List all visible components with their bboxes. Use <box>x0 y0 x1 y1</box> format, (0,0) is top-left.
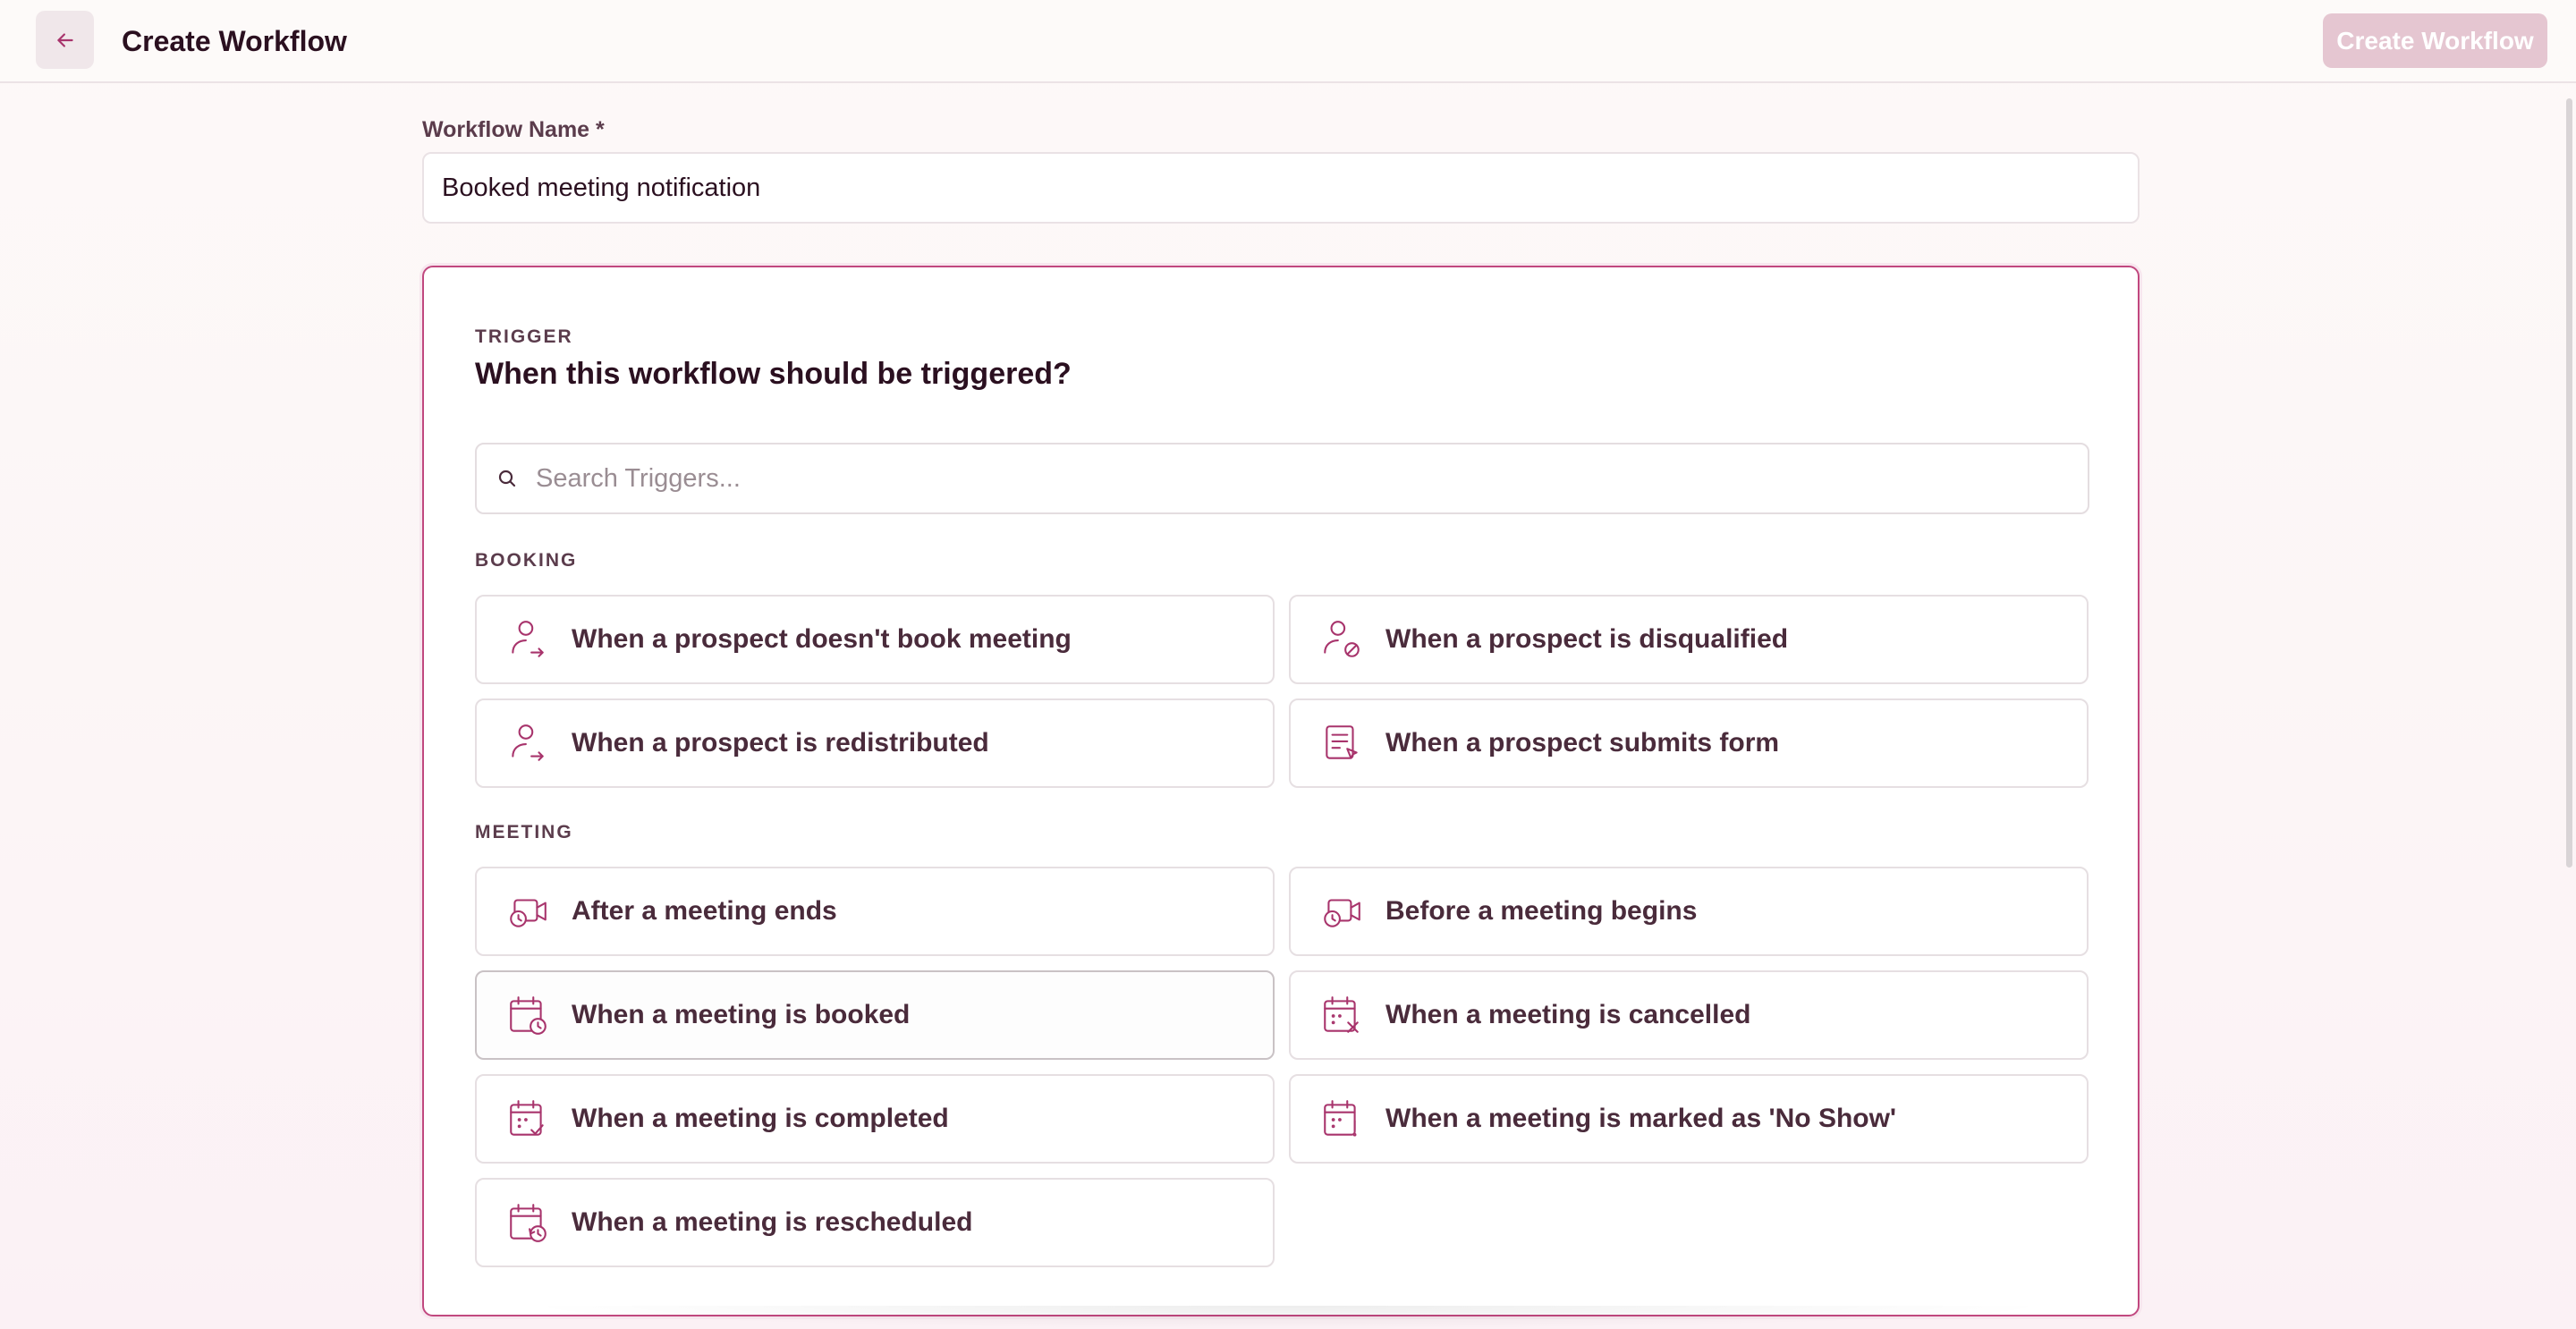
trigger-eyebrow: TRIGGER <box>475 326 573 347</box>
calendar-alert-icon <box>1324 1100 1357 1137</box>
workflow-name-label: Workflow Name * <box>422 117 605 142</box>
workflow-name-value: Booked meeting notification <box>442 173 761 202</box>
trigger-option[interactable]: When a meeting is rescheduled <box>475 1178 1275 1267</box>
trigger-option[interactable]: After a meeting ends <box>475 867 1275 956</box>
trigger-option[interactable]: When a prospect is redistributed <box>475 698 1275 788</box>
top-bar: Create Workflow Create Workflow <box>0 0 2576 83</box>
page-title: Create Workflow <box>122 25 347 57</box>
trigger-card: TRIGGER When this workflow should be tri… <box>422 266 2140 1316</box>
trigger-option-label: When a prospect is disqualified <box>1385 624 1789 654</box>
create-workflow-button[interactable]: Create Workflow <box>2323 13 2547 68</box>
trigger-option-label: When a prospect doesn't book meeting <box>572 624 1072 654</box>
back-button[interactable] <box>36 11 94 69</box>
trigger-option[interactable]: When a prospect submits form <box>1289 698 2089 788</box>
form-submit-icon <box>1326 725 1358 759</box>
calendar-x-icon <box>1324 996 1359 1033</box>
card-bottom-shadow <box>519 1306 2057 1329</box>
video-clock-icon <box>510 899 547 927</box>
user-redirect-icon <box>512 724 544 761</box>
calendar-history-icon <box>510 1204 547 1242</box>
calendar-check-icon <box>510 1100 544 1136</box>
trigger-option-label: When a prospect submits form <box>1385 728 1780 758</box>
video-clock-icon <box>1324 899 1360 927</box>
trigger-option-label: When a meeting is marked as 'No Show' <box>1385 1104 1897 1133</box>
trigger-option[interactable]: When a meeting is cancelled <box>1289 970 2089 1060</box>
trigger-option[interactable]: When a meeting is completed <box>475 1074 1275 1164</box>
trigger-option-label: When a meeting is cancelled <box>1385 1000 1751 1029</box>
trigger-option-label: After a meeting ends <box>572 896 837 926</box>
trigger-option[interactable]: When a meeting is marked as 'No Show' <box>1289 1074 2089 1164</box>
section-label-meeting: MEETING <box>475 822 573 842</box>
trigger-search-input[interactable]: Search Triggers... <box>475 443 2089 514</box>
trigger-option-label: Before a meeting begins <box>1385 896 1698 926</box>
search-icon <box>498 470 516 487</box>
trigger-option-label: When a meeting is rescheduled <box>572 1207 973 1237</box>
trigger-title: When this workflow should be triggered? <box>475 357 1072 391</box>
trigger-option[interactable]: When a prospect is disqualified <box>1289 595 2089 684</box>
search-placeholder: Search Triggers... <box>536 463 741 493</box>
user-blocked-icon <box>1324 621 1360 657</box>
user-redirect-icon <box>512 621 544 657</box>
section-label-booking: BOOKING <box>475 550 578 571</box>
trigger-option-selected[interactable]: When a meeting is booked <box>475 970 1275 1060</box>
trigger-option-label: When a meeting is booked <box>572 1000 911 1029</box>
trigger-option-label: When a meeting is completed <box>572 1104 949 1133</box>
trigger-option-label: When a prospect is redistributed <box>572 728 989 758</box>
trigger-option[interactable]: When a prospect doesn't book meeting <box>475 595 1275 684</box>
trigger-option[interactable]: Before a meeting begins <box>1289 867 2089 956</box>
scrollbar[interactable] <box>2566 98 2572 868</box>
arrow-left-icon <box>56 32 73 47</box>
calendar-clock-icon <box>510 996 547 1035</box>
workflow-name-input[interactable]: Booked meeting notification <box>422 152 2140 224</box>
